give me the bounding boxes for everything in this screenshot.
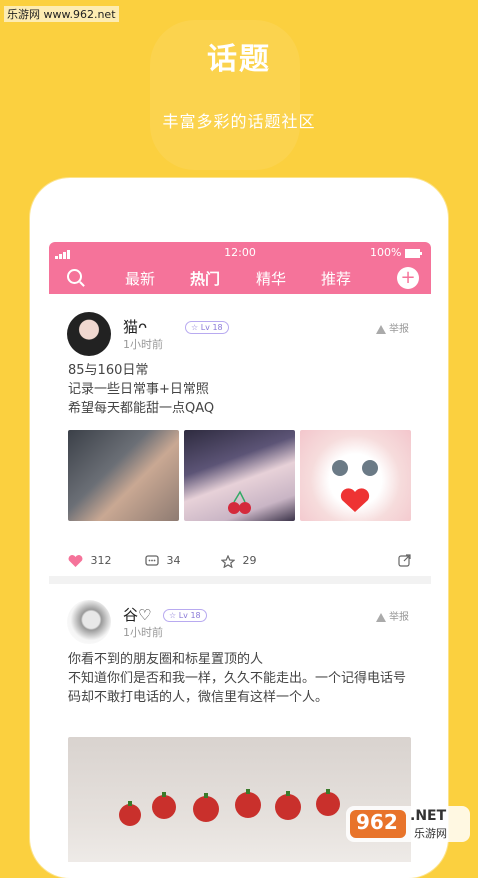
post-text: 你看不到的朋友圈和标星置顶的人 不知道你们是否和我一样，久久不能走出。一个记得电… [68,652,407,705]
top-bar: 12:00 100% 最新 热门 精华 推荐 + [49,242,431,296]
favorite-count: 29 [242,554,257,567]
report-label: 举报 [389,324,409,335]
brand-watermark: 962 .NET 乐游网 [346,804,470,844]
battery-icon [405,248,422,258]
battery-level: 100% [370,246,402,259]
level-text: Lv 18 [178,611,201,620]
share-button[interactable] [398,554,411,570]
level-badge: ☆ Lv 18 [163,609,207,622]
app-screen: 12:00 100% 最新 热门 精华 推荐 + 猫ᴖ ☆ Lv 18 1小时前… [49,242,431,862]
report-button[interactable]: 举报 [376,608,409,623]
level-text: Lv 18 [200,323,223,332]
post-divider [49,576,431,584]
tab-featured[interactable]: 精华 [256,268,286,289]
status-bar: 12:00 100% [49,242,431,262]
report-label: 举报 [389,612,409,623]
star-icon [220,554,236,568]
cherry-icon [228,490,251,514]
warning-icon [376,324,386,334]
username[interactable]: 谷♡ [123,604,151,625]
tab-hot[interactable]: 热门 [190,268,220,296]
avatar[interactable] [67,312,111,356]
username[interactable]: 猫ᴖ [123,316,147,337]
battery-status: 100% [370,246,423,259]
like-button[interactable]: 312 [68,554,112,567]
post-card: 猫ᴖ ☆ Lv 18 1小时前 举报 85与160日常 记录一些日常事+日常照 … [49,294,431,574]
heart-icon [332,460,378,512]
comment-icon [145,555,159,566]
search-icon[interactable] [67,269,82,284]
tab-latest[interactable]: 最新 [125,268,155,289]
post-text: 85与160日常 记录一些日常事+日常照 希望每天都能甜一点QAQ [68,363,215,416]
hero-subtitle: 丰富多彩的话题社区 [162,112,316,131]
comment-button[interactable]: 34 [145,554,181,567]
favorite-button[interactable]: 29 [220,554,257,568]
avatar[interactable] [67,600,111,644]
tab-nav: 最新 热门 精华 推荐 + [49,264,431,296]
like-count: 312 [90,554,112,567]
level-badge: ☆ Lv 18 [185,321,229,334]
warning-icon [376,612,386,622]
site-watermark: 乐游网 www.962.net [4,6,119,22]
hero-title: 话题 [207,42,271,77]
report-button[interactable]: 举报 [376,320,409,335]
brand-logo-sub: 乐游网 [414,827,447,840]
post-image[interactable] [68,430,179,521]
share-icon [398,554,411,567]
comment-count: 34 [166,554,181,567]
tab-recommended[interactable]: 推荐 [321,268,351,289]
add-post-button[interactable]: + [397,267,419,289]
post-image[interactable] [184,430,295,521]
post-image[interactable] [300,430,411,521]
heart-icon [68,555,83,567]
brand-logo-text: 962 [356,810,398,834]
post-time: 1小时前 [123,338,163,351]
post-time: 1小时前 [123,626,163,639]
brand-logo-suffix: .NET [410,808,447,824]
